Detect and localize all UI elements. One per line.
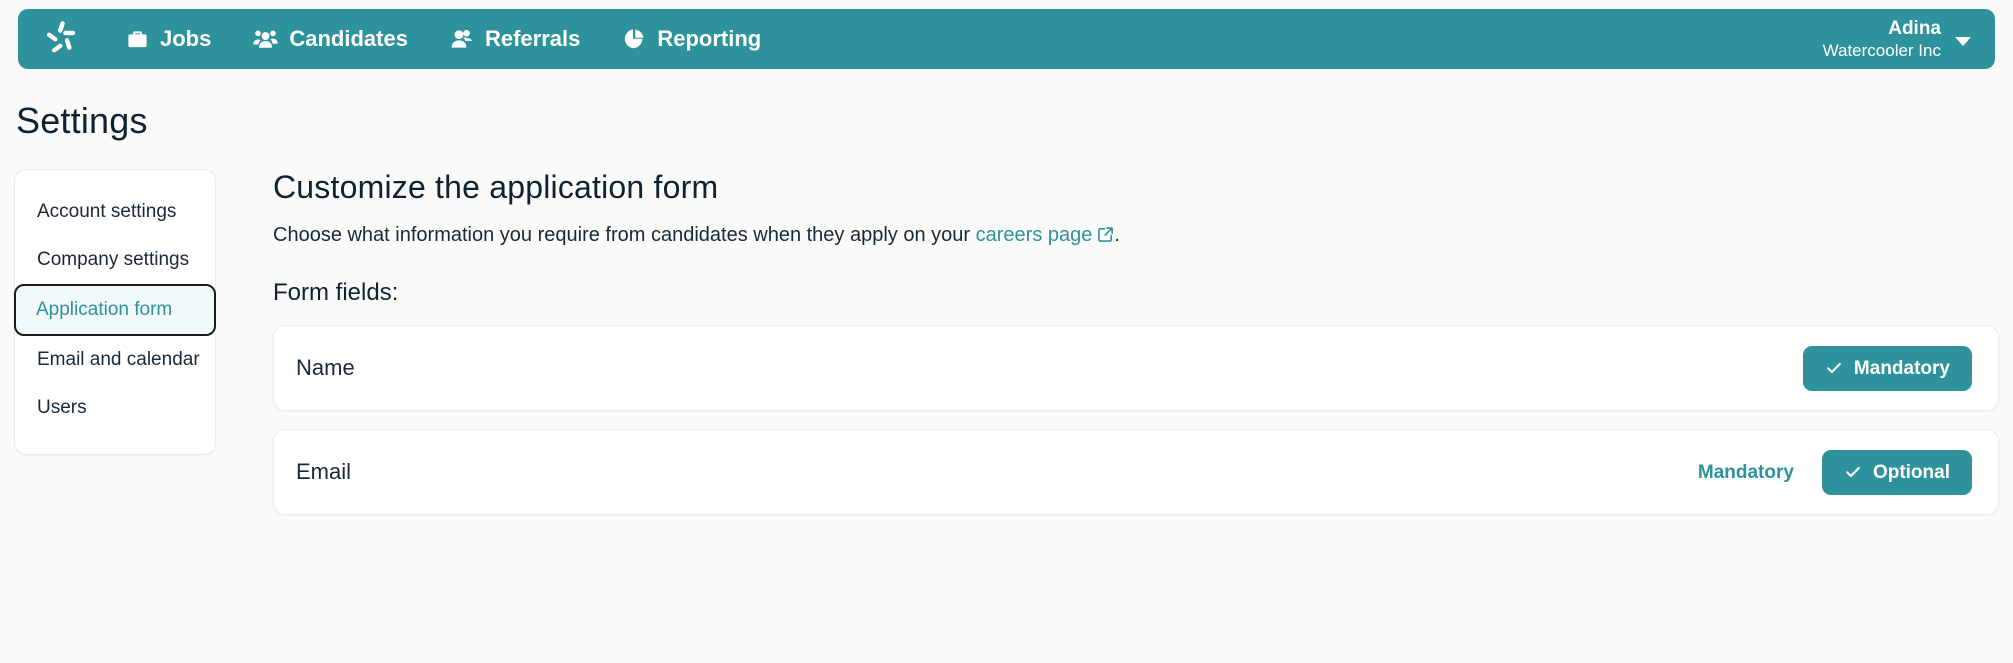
nav-item-jobs-label: Jobs (160, 26, 212, 51)
briefcase-icon (126, 28, 149, 51)
name-mandatory-label: Mandatory (1853, 357, 1950, 379)
sidebar-item-account-settings[interactable]: Account settings (15, 188, 215, 236)
field-options: Mandatory Optional (1694, 449, 1972, 495)
user-name: Adina (1888, 17, 1941, 39)
nav-item-reporting-label: Reporting (657, 26, 762, 51)
nav-item-candidates[interactable]: Candidates (253, 27, 408, 52)
two-people-icon (450, 27, 474, 51)
pinwheel-logo-icon (41, 19, 81, 59)
table-row: Email Mandatory Optional (273, 429, 1999, 515)
section-heading: Customize the application form (273, 169, 719, 205)
user-info: Adina Watercooler Inc (1823, 17, 1941, 62)
email-mandatory-label: Mandatory (1697, 461, 1794, 483)
sidebar-item-application-form[interactable]: Application form (14, 284, 216, 336)
section-subtitle: Choose what information you require from… (273, 224, 1999, 249)
top-navigation-bar: Jobs Candidates Referrals Reporting Adin… (18, 9, 1995, 69)
primary-nav-links: Jobs Candidates Referrals Reporting (126, 27, 761, 52)
email-optional-label: Optional (1872, 461, 1950, 483)
form-fields-label: Form fields: (273, 279, 399, 306)
people-group-icon (253, 27, 278, 52)
field-options: Mandatory (1802, 345, 1972, 391)
sidebar-item-company-settings[interactable]: Company settings (15, 236, 215, 284)
sidebar-item-users[interactable]: Users (15, 384, 215, 432)
subtitle-text-after: . (1114, 224, 1120, 246)
name-mandatory-button[interactable]: Mandatory (1802, 345, 1972, 391)
field-name-label: Name (296, 355, 355, 380)
email-mandatory-button[interactable]: Mandatory (1694, 450, 1798, 495)
sidebar-item-email-and-calendar[interactable]: Email and calendar (15, 336, 215, 384)
settings-sidebar: Account settings Company settings Applic… (14, 169, 216, 455)
nav-item-reporting[interactable]: Reporting (622, 27, 761, 51)
external-link-icon[interactable] (1097, 226, 1114, 249)
check-icon (1844, 463, 1862, 481)
subtitle-text-before: Choose what information you require from… (273, 224, 976, 246)
email-optional-button[interactable]: Optional (1821, 449, 1972, 495)
table-row: Name Mandatory (273, 325, 1999, 411)
app-logo[interactable] (18, 19, 104, 59)
main-content: Customize the application form Choose wh… (273, 169, 1999, 515)
chevron-down-icon[interactable] (1955, 36, 1971, 46)
careers-page-link[interactable]: careers page (976, 224, 1093, 246)
nav-item-referrals[interactable]: Referrals (450, 27, 580, 51)
nav-item-referrals-label: Referrals (484, 26, 581, 51)
user-account-menu[interactable]: Adina Watercooler Inc (1823, 17, 1995, 62)
user-organization: Watercooler Inc (1822, 41, 1941, 61)
nav-item-candidates-label: Candidates (289, 26, 408, 51)
pie-chart-icon (622, 27, 646, 51)
nav-item-jobs[interactable]: Jobs (126, 28, 211, 51)
page-title: Settings (16, 100, 148, 141)
check-icon (1825, 359, 1843, 377)
field-name-label: Email (296, 459, 352, 484)
